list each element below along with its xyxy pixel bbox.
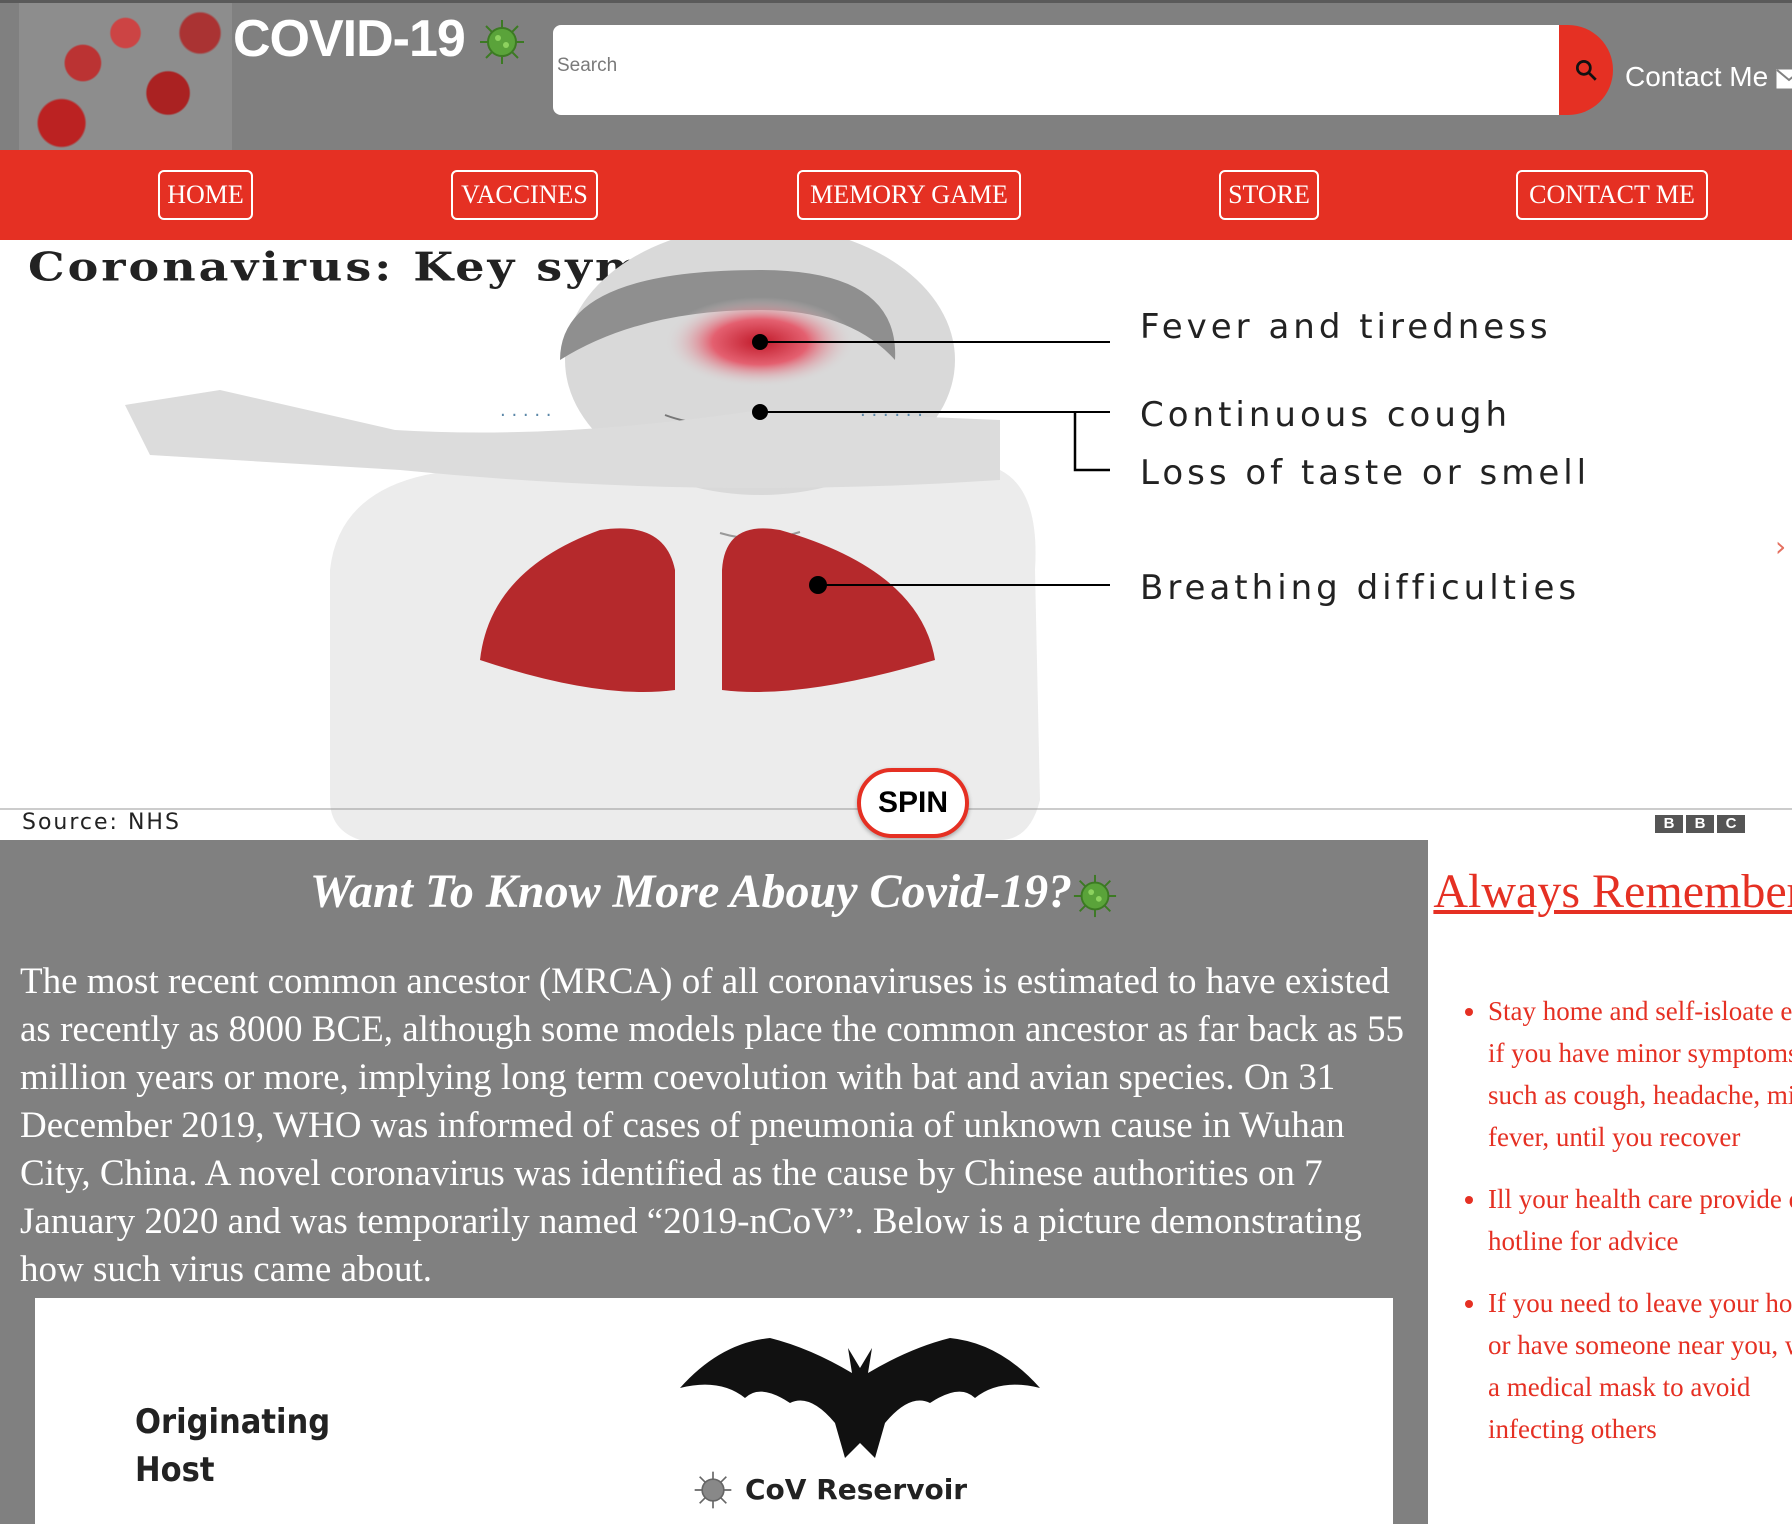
symptom-label-taste-smell: Loss of taste or smell — [1140, 453, 1591, 493]
contact-me-link[interactable]: Contact Me — [1625, 61, 1792, 93]
bbc-logo-letter: B — [1655, 815, 1683, 833]
article-heading: Want To Know More Abouy Covid-19? — [0, 864, 1428, 919]
spin-button[interactable]: SPIN — [857, 768, 969, 838]
nav-contact-me[interactable]: CONTACT ME — [1516, 170, 1708, 220]
reminder-heading: Always Remember! — [1433, 865, 1792, 918]
originating-host-label: Originating Host — [135, 1398, 330, 1494]
symptom-label-breathing: Breathing difficulties — [1140, 568, 1581, 608]
brand-title: COVID-19 — [233, 10, 466, 68]
article-section: Want To Know More Abouy Covid-19? The mo… — [0, 840, 1428, 1524]
chevron-right-icon[interactable]: › — [1775, 530, 1786, 563]
article-heading-text: Want To Know More Abouy Covid-19? — [309, 865, 1073, 918]
svg-text:. . . . . .: . . . . . . — [860, 400, 923, 421]
symptoms-infographic: Coronavirus: Key symptoms . . . . . . . … — [0, 240, 1792, 840]
virus-icon — [694, 1471, 732, 1509]
site-brand: COVID-19 — [233, 9, 526, 69]
image-source: Source: NHS — [22, 810, 181, 835]
nav-store[interactable]: STORE — [1219, 170, 1319, 220]
search-box[interactable] — [553, 25, 1559, 115]
virus-icon — [480, 20, 525, 65]
symptom-label-cough: Continuous cough — [1140, 395, 1512, 435]
tip-item: Ill your health care provide or hotline … — [1488, 1178, 1792, 1262]
bbc-logo-letter: C — [1717, 815, 1745, 833]
virus-icon — [1074, 874, 1117, 918]
nav-vaccines[interactable]: VACCINES — [451, 170, 598, 220]
article-body: The most recent common ancestor (MRCA) o… — [20, 961, 1405, 1290]
nav-home[interactable]: HOME — [158, 170, 253, 220]
bbc-logo-letter: B — [1686, 815, 1714, 833]
originating-host-line: Host — [135, 1450, 215, 1490]
originating-host-line: Originating — [135, 1402, 331, 1442]
site-header: COVID-19 Contact Me — [0, 0, 1792, 153]
reminder-sidebar: Always Remember! Stay home and self-islo… — [1428, 840, 1792, 1524]
contact-me-label: Contact Me — [1625, 61, 1769, 92]
search-icon — [1575, 59, 1597, 81]
bbc-logo: B B C — [1655, 815, 1745, 833]
svg-text:. . . . .: . . . . . — [500, 400, 552, 421]
tip-item: If you need to leave your house or have … — [1488, 1282, 1792, 1450]
bat-icon — [680, 1338, 1040, 1458]
search-button[interactable] — [1559, 25, 1613, 115]
main-nav: HOME VACCINES MEMORY GAME STORE CONTACT … — [0, 150, 1792, 240]
nav-memory-game[interactable]: MEMORY GAME — [797, 170, 1021, 220]
tips-list: Stay home and self-isloate even if you h… — [1458, 990, 1792, 1470]
cov-reservoir-label: CoV Reservoir — [745, 1473, 968, 1506]
envelope-icon — [1776, 68, 1792, 89]
virus-origin-image: Originating Host CoV Reservoir — [35, 1298, 1393, 1524]
symptom-label-fever: Fever and tiredness — [1140, 307, 1552, 347]
virus-logo-image[interactable] — [19, 3, 232, 153]
search-input[interactable] — [555, 45, 1539, 87]
tip-item: Stay home and self-isloate even if you h… — [1488, 990, 1792, 1158]
